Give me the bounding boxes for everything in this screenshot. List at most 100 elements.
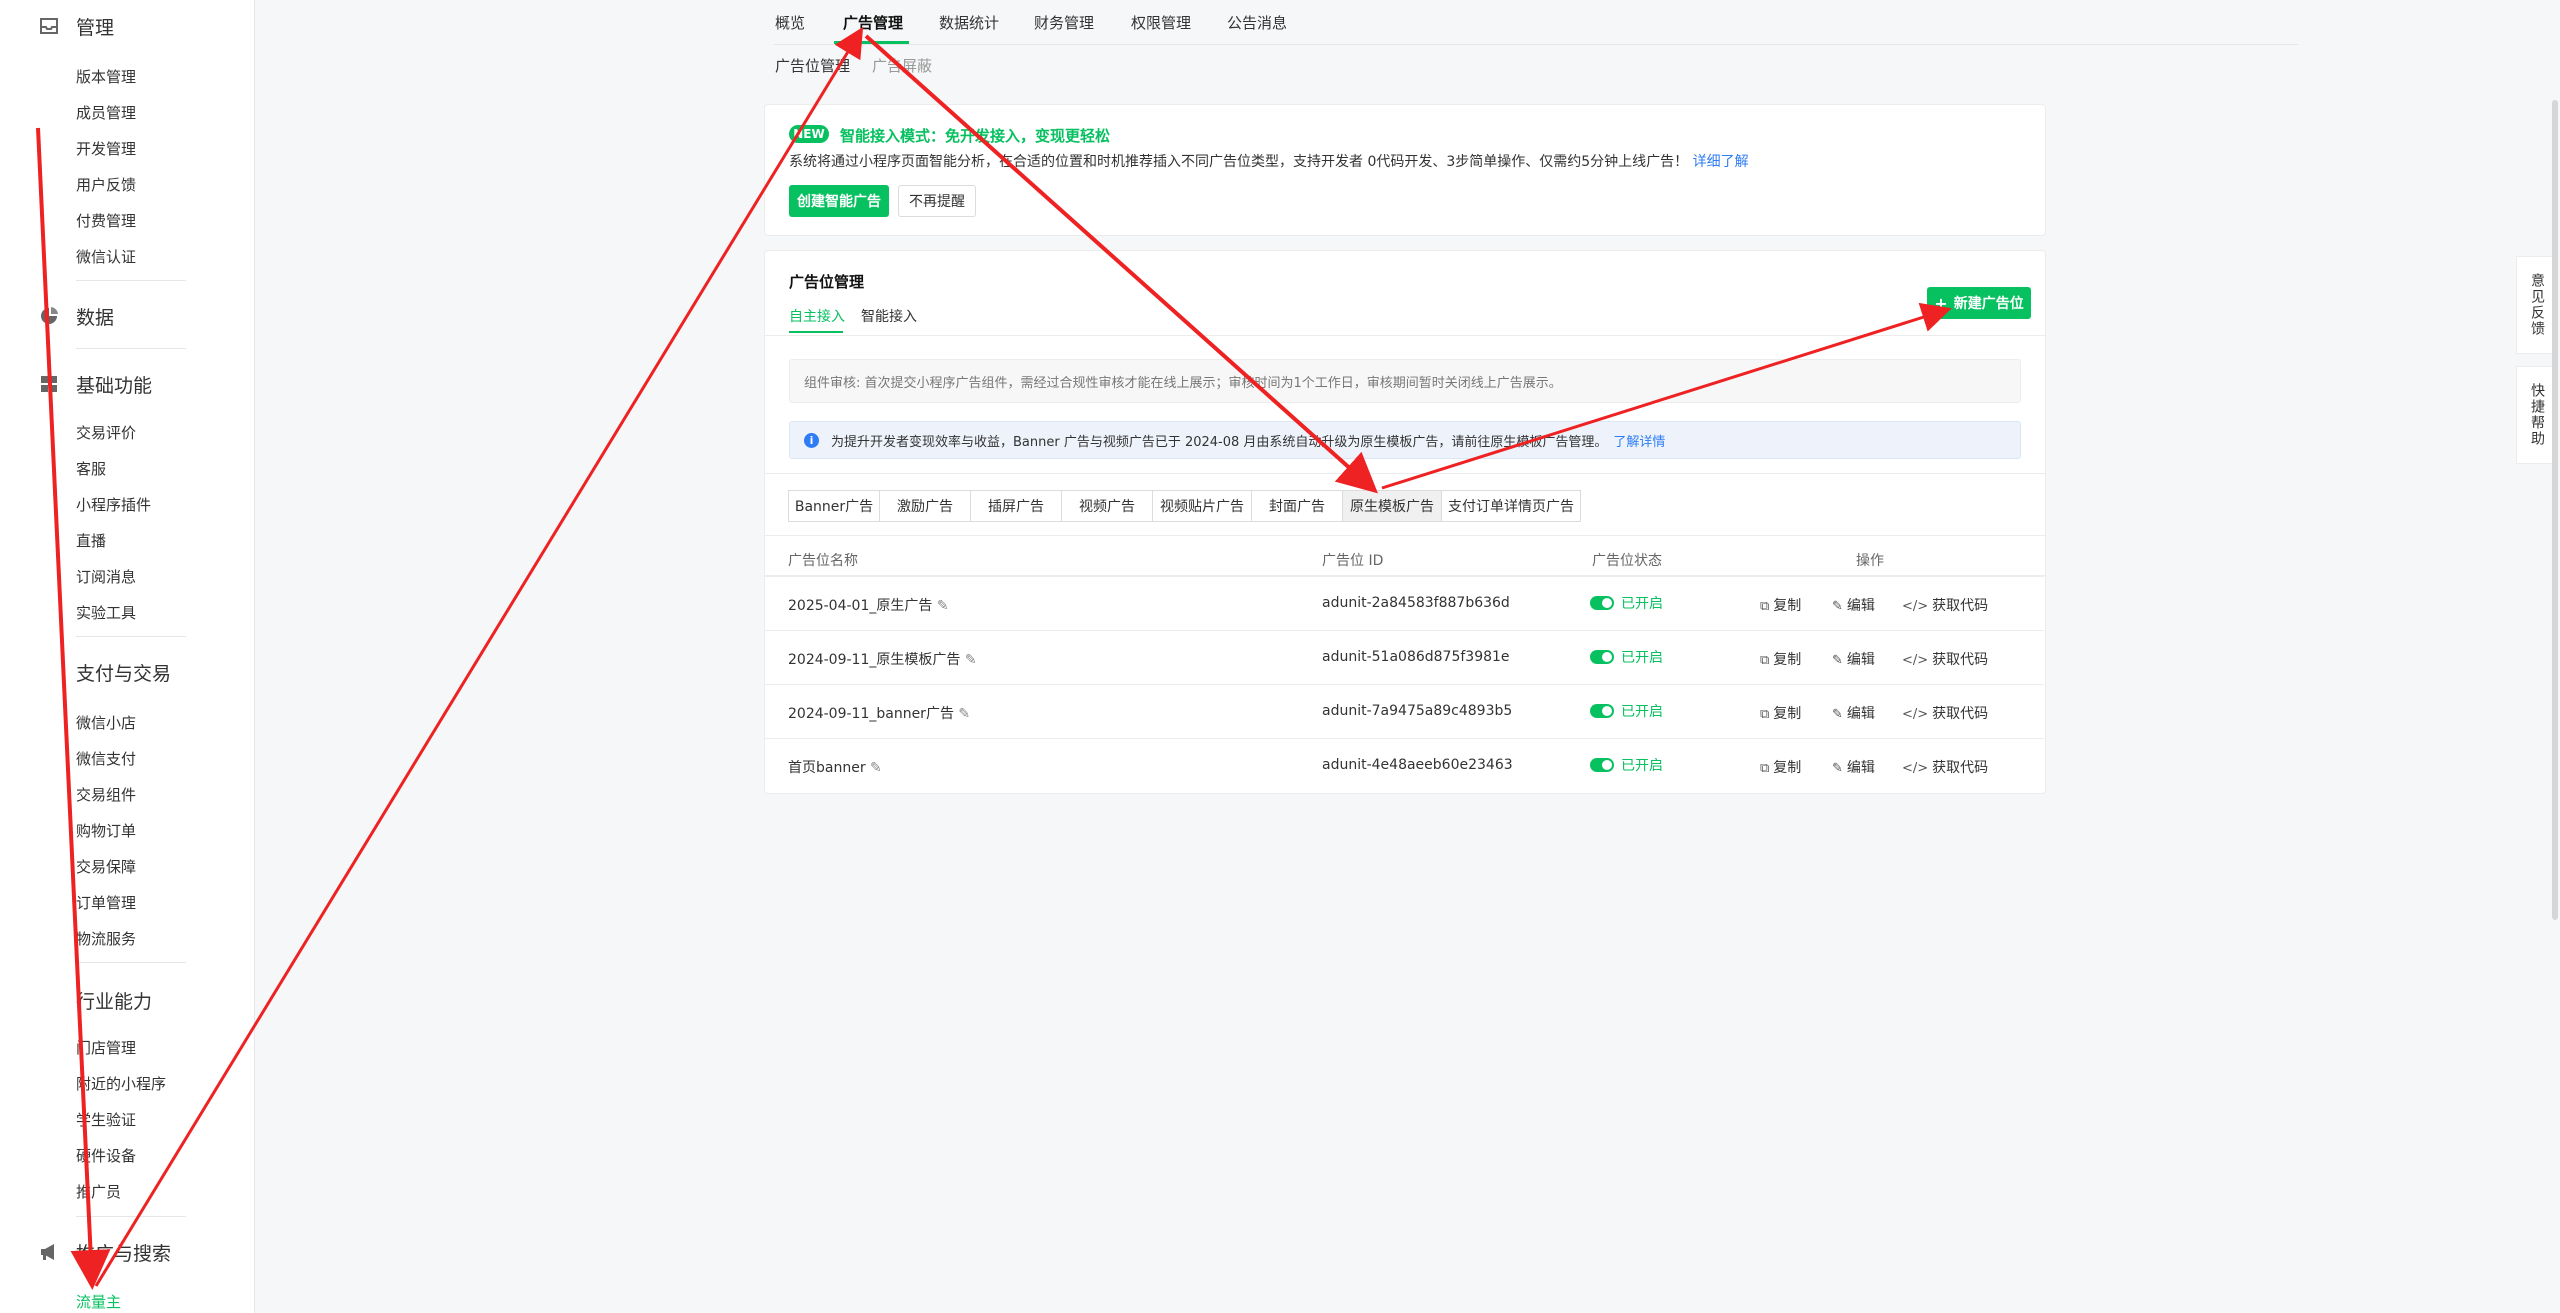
row-id: adunit-2a84583f887b636d — [1322, 595, 1510, 611]
type-pay-order[interactable]: 支付订单详情页广告 — [1441, 490, 1581, 522]
sidebar-section-title[interactable]: 基础功能 — [76, 371, 152, 398]
sidebar-section-title[interactable]: 管理 — [76, 13, 114, 40]
status-toggle[interactable] — [1590, 704, 1614, 718]
copy-button[interactable]: ⧉ 复制 — [1760, 649, 1801, 669]
get-code-button[interactable]: </> 获取代码 — [1902, 649, 1988, 669]
sidebar-section-industry: 行业能力 — [0, 986, 254, 1014]
subtab-ad-block[interactable]: 广告屏蔽 — [872, 55, 932, 76]
type-video-patch[interactable]: 视频贴片广告 — [1152, 490, 1252, 522]
new-adunit-label: 新建广告位 — [1953, 296, 2024, 312]
pencil-icon[interactable]: ✎ — [870, 760, 882, 776]
sidebar-item-shopping-orders[interactable]: 购物订单 — [76, 820, 136, 841]
tab-data-stats[interactable]: 数据统计 — [939, 12, 999, 33]
top-nav — [774, 0, 2298, 45]
edit-button[interactable]: ✎ 编辑 — [1832, 649, 1875, 669]
sidebar-item-subscribe[interactable]: 订阅消息 — [76, 566, 136, 587]
grid-icon — [38, 373, 60, 395]
sidebar-section-title[interactable]: 行业能力 — [76, 987, 152, 1014]
copy-button[interactable]: ⧉ 复制 — [1760, 757, 1801, 777]
status-label: 已开启 — [1621, 704, 1663, 720]
sidebar-section-title[interactable]: 数据 — [76, 303, 114, 330]
sidebar-item-dev[interactable]: 开发管理 — [76, 138, 136, 159]
sidebar-item-payment[interactable]: 付费管理 — [76, 210, 136, 231]
status-toggle[interactable] — [1590, 596, 1614, 610]
get-code-button[interactable]: </> 获取代码 — [1902, 703, 1988, 723]
tab-smart-access[interactable]: 智能接入 — [861, 306, 917, 326]
sidebar-divider — [76, 962, 186, 963]
tab-announcement[interactable]: 公告消息 — [1227, 12, 1287, 33]
tab-self-access[interactable]: 自主接入 — [789, 306, 845, 326]
megaphone-icon — [38, 1241, 60, 1263]
sidebar-item-experiment[interactable]: 实验工具 — [76, 602, 136, 623]
sidebar-item-promoter[interactable]: 推广员 — [76, 1181, 121, 1202]
sidebar-item-nearby[interactable]: 附近的小程序 — [76, 1073, 166, 1094]
pencil-icon[interactable]: ✎ — [958, 706, 970, 722]
sidebar-section-title[interactable]: 支付与交易 — [76, 659, 171, 686]
code-icon: </> — [1902, 761, 1929, 776]
scrollbar[interactable] — [2552, 100, 2558, 920]
sidebar-item-live[interactable]: 直播 — [76, 530, 106, 551]
sidebar-item-review[interactable]: 交易评价 — [76, 422, 136, 443]
sidebar-item-trade-guarantee[interactable]: 交易保障 — [76, 856, 136, 877]
tab-overview[interactable]: 概览 — [775, 12, 805, 33]
sidebar-item-wxpay[interactable]: 微信支付 — [76, 748, 136, 769]
sidebar-item-members[interactable]: 成员管理 — [76, 102, 136, 123]
sidebar-item-trade-component[interactable]: 交易组件 — [76, 784, 136, 805]
sidebar-item-plugin[interactable]: 小程序插件 — [76, 494, 151, 515]
info-icon: i — [804, 432, 819, 448]
sidebar-item-version[interactable]: 版本管理 — [76, 66, 136, 87]
col-name: 广告位名称 — [788, 553, 858, 569]
tab-finance[interactable]: 财务管理 — [1034, 12, 1094, 33]
get-code-button[interactable]: </> 获取代码 — [1902, 757, 1988, 777]
sidebar-item-logistics[interactable]: 物流服务 — [76, 928, 136, 949]
type-banner[interactable]: Banner广告 — [788, 490, 880, 522]
sidebar-item-traffic-owner[interactable]: 流量主 — [76, 1291, 121, 1312]
pencil-icon[interactable]: ✎ — [937, 598, 949, 614]
type-cover[interactable]: 封面广告 — [1251, 490, 1343, 522]
sidebar-item-feedback[interactable]: 用户反馈 — [76, 174, 136, 195]
sidebar-divider — [76, 1216, 186, 1217]
type-video[interactable]: 视频广告 — [1061, 490, 1153, 522]
pencil-icon[interactable]: ✎ — [965, 652, 977, 668]
sidebar-item-auth[interactable]: 微信认证 — [76, 246, 136, 267]
sidebar-item-hardware[interactable]: 硬件设备 — [76, 1145, 136, 1166]
new-adunit-button[interactable]: + 新建广告位 — [1927, 287, 2031, 319]
type-reward[interactable]: 激励广告 — [879, 490, 971, 522]
sidebar-section-management: 管理 — [0, 12, 254, 40]
table-row: 2024-09-11_原生模板广告 ✎ adunit-51a086d875f39… — [764, 630, 2044, 685]
copy-button[interactable]: ⧉ 复制 — [1760, 595, 1801, 615]
tab-permission[interactable]: 权限管理 — [1131, 12, 1191, 33]
row-name: 2025-04-01_原生广告 ✎ — [788, 598, 949, 614]
sidebar-item-student[interactable]: 学生验证 — [76, 1109, 136, 1130]
create-smart-ad-button[interactable]: 创建智能广告 — [789, 185, 889, 217]
tab-ad-manage[interactable]: 广告管理 — [843, 12, 903, 33]
status-label: 已开启 — [1621, 650, 1663, 666]
get-code-button[interactable]: </> 获取代码 — [1902, 595, 1988, 615]
subtab-adunit[interactable]: 广告位管理 — [775, 55, 850, 76]
sidebar-item-service[interactable]: 客服 — [76, 458, 106, 479]
inbox-icon — [38, 15, 60, 37]
new-badge: NEW — [789, 125, 829, 143]
copy-icon: ⧉ — [1760, 761, 1770, 776]
col-status: 广告位状态 — [1592, 553, 1662, 569]
learn-more-link[interactable]: 了解详情 — [1613, 431, 1665, 450]
status-toggle[interactable] — [1590, 758, 1614, 772]
sidebar-item-store[interactable]: 门店管理 — [76, 1037, 136, 1058]
edit-button[interactable]: ✎ 编辑 — [1832, 757, 1875, 777]
sidebar-item-order-manage[interactable]: 订单管理 — [76, 892, 136, 913]
edit-button[interactable]: ✎ 编辑 — [1832, 595, 1875, 615]
type-interstitial[interactable]: 插屏广告 — [970, 490, 1062, 522]
upgrade-notice-text: 为提升开发者变现效率与收益，Banner 广告与视频广告已于 2024-08 月… — [831, 434, 1608, 450]
promo-detail-link[interactable]: 详细了解 — [1693, 154, 1749, 170]
type-native-template[interactable]: 原生模板广告 — [1342, 490, 1442, 522]
copy-icon: ⧉ — [1760, 707, 1770, 722]
row-name: 2024-09-11_banner广告 ✎ — [788, 706, 971, 722]
sidebar-section-title[interactable]: 推广与搜索 — [76, 1239, 171, 1266]
sidebar-item-shop[interactable]: 微信小店 — [76, 712, 136, 733]
code-icon: </> — [1902, 599, 1929, 614]
table-row: 2024-09-11_banner广告 ✎ adunit-7a9475a89c4… — [764, 684, 2044, 739]
copy-button[interactable]: ⧉ 复制 — [1760, 703, 1801, 723]
dismiss-button[interactable]: 不再提醒 — [898, 185, 976, 217]
status-toggle[interactable] — [1590, 650, 1614, 664]
edit-button[interactable]: ✎ 编辑 — [1832, 703, 1875, 723]
